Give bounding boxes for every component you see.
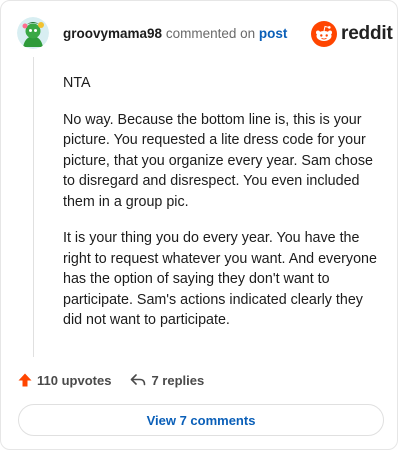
comment-actions: 110 upvotes 7 replies [17,369,222,391]
avatar[interactable] [17,17,49,49]
comment-card: groovymama98 commented on post reddit NT… [0,0,398,450]
replies-button[interactable]: 7 replies [129,372,204,388]
replies-count: 7 replies [151,372,205,388]
reddit-snoo-icon [311,21,337,47]
reddit-logo[interactable]: reddit [311,21,393,47]
comment-header: groovymama98 commented on post [63,26,287,42]
commented-on-text: commented on [165,26,256,41]
comment-paragraph: It is your thing you do every year. You … [63,230,377,328]
avatar-icon [17,17,49,49]
view-comments-button[interactable]: View 7 comments [18,404,384,436]
thread-line [33,57,34,357]
upvote-arrow-icon [18,373,32,387]
comment-paragraph: No way. Because the bottom line is, this… [63,111,373,210]
reddit-wordmark: reddit [341,23,393,44]
upvote-button[interactable]: 110 upvotes [17,372,111,388]
username-link[interactable]: groovymama98 [63,26,162,41]
comment-paragraph: NTA [63,75,91,91]
upvote-count: 110 upvotes [37,372,112,388]
view-comments-label: View 7 comments [146,412,256,428]
reply-arrow-icon [131,374,146,386]
post-link[interactable]: post [259,26,288,41]
comment-body: NTA No way. Because the bottom line is, … [63,73,379,347]
